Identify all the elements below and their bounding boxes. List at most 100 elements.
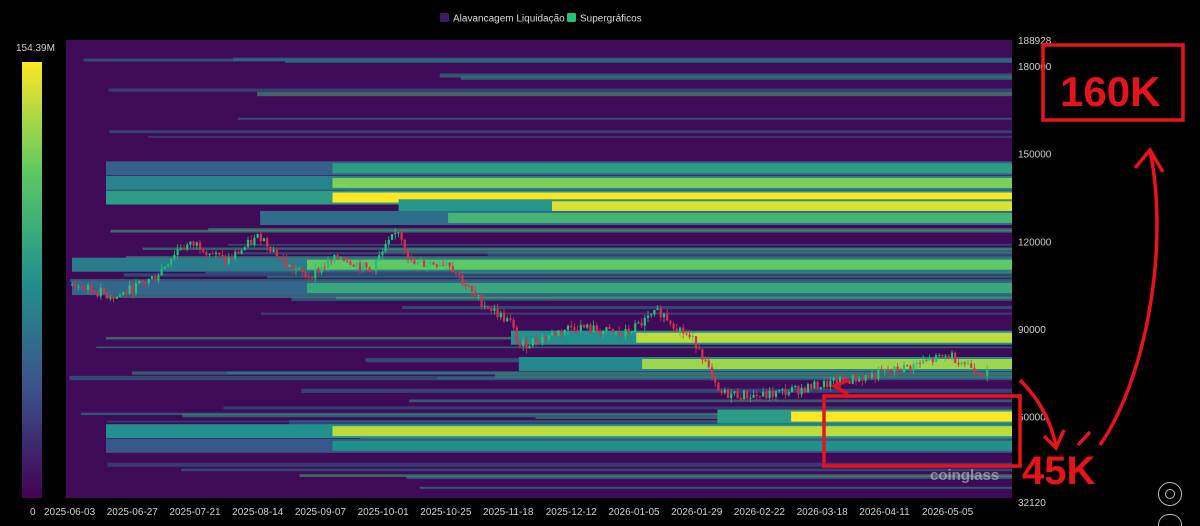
candle-body <box>832 377 835 381</box>
colorbar: 154.39M 0 <box>16 43 55 518</box>
candle-body <box>275 249 278 257</box>
candle-body <box>86 285 90 290</box>
candle-body <box>214 252 218 255</box>
candle-body <box>592 325 595 333</box>
candle-body <box>595 325 598 331</box>
candle-body <box>307 277 310 279</box>
candle-body <box>387 239 390 245</box>
x-tick-label: 2025-07-21 <box>169 507 221 518</box>
candle-body <box>544 336 547 339</box>
candle-body <box>970 363 973 368</box>
candle-body <box>979 373 982 376</box>
candle-body <box>726 389 730 399</box>
legend-item-supergraphics[interactable]: Supergráficos <box>567 13 642 25</box>
candle-body <box>122 292 125 296</box>
candle-body <box>358 262 362 270</box>
candle-body <box>861 377 864 381</box>
candle-body <box>605 327 608 332</box>
candle-body <box>125 292 128 294</box>
candle-body <box>765 391 768 398</box>
candle-body <box>666 313 669 321</box>
candle-body <box>166 264 170 267</box>
y-tick-label: 90000 <box>1018 325 1046 336</box>
y-tick-label: 120000 <box>1018 237 1052 248</box>
candle-body <box>438 264 442 267</box>
candle-body <box>589 324 592 333</box>
candle-body <box>816 381 819 390</box>
candle-body <box>688 334 691 337</box>
candle-body <box>483 305 486 307</box>
candle-body <box>576 330 579 332</box>
candle-body <box>966 363 970 365</box>
candle-body <box>493 308 496 311</box>
candle-body <box>656 308 659 310</box>
candle-body <box>736 391 739 399</box>
candle-body <box>173 254 176 259</box>
candle-body <box>426 265 429 267</box>
candle-body <box>627 329 630 333</box>
candle-body <box>986 370 989 377</box>
candle-body <box>141 280 144 283</box>
candle-body <box>371 270 374 272</box>
legend-item-liquidation[interactable]: Alavancagem Liquidação <box>440 13 565 25</box>
candle-body <box>810 384 813 389</box>
x-axis: 2025-06-03 2025-06-27 2025-07-21 2025-08-14… <box>44 507 974 518</box>
candle-body <box>707 360 710 368</box>
candle-body <box>746 390 749 399</box>
candle-body <box>138 280 141 284</box>
candle-body <box>566 325 570 330</box>
liquidation-band-core <box>448 212 1012 223</box>
candle-body <box>406 250 410 259</box>
candle-body <box>819 387 822 390</box>
candle-body <box>931 358 934 363</box>
candle-body <box>310 277 314 279</box>
candle-body <box>403 239 406 251</box>
heatmap-streak <box>261 312 1012 315</box>
candle-body <box>301 267 304 272</box>
candle-body <box>877 369 880 380</box>
legend-label-supergraphics: Supergráficos <box>580 14 642 25</box>
candle-body <box>304 271 307 278</box>
candle-body <box>698 348 701 350</box>
candle-body <box>854 375 858 382</box>
candle-body <box>733 391 736 394</box>
candle-body <box>669 320 672 324</box>
x-tick-label: 2025-06-03 <box>44 507 96 518</box>
x-tick-label: 2025-11-18 <box>483 507 534 518</box>
candle-body <box>176 248 179 255</box>
candle-body <box>74 284 77 288</box>
annotation-arrowhead-up <box>1133 146 1165 173</box>
candle-body <box>704 359 707 361</box>
candle-body <box>963 362 966 364</box>
candle-body <box>288 264 291 267</box>
candle-body <box>608 327 611 329</box>
settings-button[interactable] <box>1158 482 1182 506</box>
candle-body <box>870 373 874 378</box>
candle-body <box>154 276 157 281</box>
candle-body <box>272 249 275 252</box>
candle-body <box>486 305 490 309</box>
annotation-support-text: 45K <box>1022 449 1095 493</box>
candle-body <box>218 252 221 255</box>
candle-body <box>534 338 538 343</box>
candle-body <box>701 349 704 360</box>
candle-body <box>803 387 806 393</box>
candle-body <box>806 384 810 393</box>
candle-body <box>874 373 877 380</box>
candle-body <box>294 269 298 271</box>
liquidation-band-core <box>332 163 1012 174</box>
candle-body <box>192 241 195 246</box>
liquidation-band-core <box>642 358 1012 369</box>
candle-body <box>941 354 944 357</box>
candle-body <box>419 260 422 262</box>
x-tick-label: 2025-10-25 <box>420 507 472 518</box>
candle-body <box>230 257 234 259</box>
candle-body <box>867 375 870 378</box>
candle-body <box>282 257 285 260</box>
candle-body <box>886 370 890 373</box>
candle-body <box>477 295 480 297</box>
candle-body <box>317 268 320 273</box>
candle-body <box>944 355 947 357</box>
liquidation-band-core <box>332 440 1012 451</box>
candle-body <box>150 276 154 279</box>
